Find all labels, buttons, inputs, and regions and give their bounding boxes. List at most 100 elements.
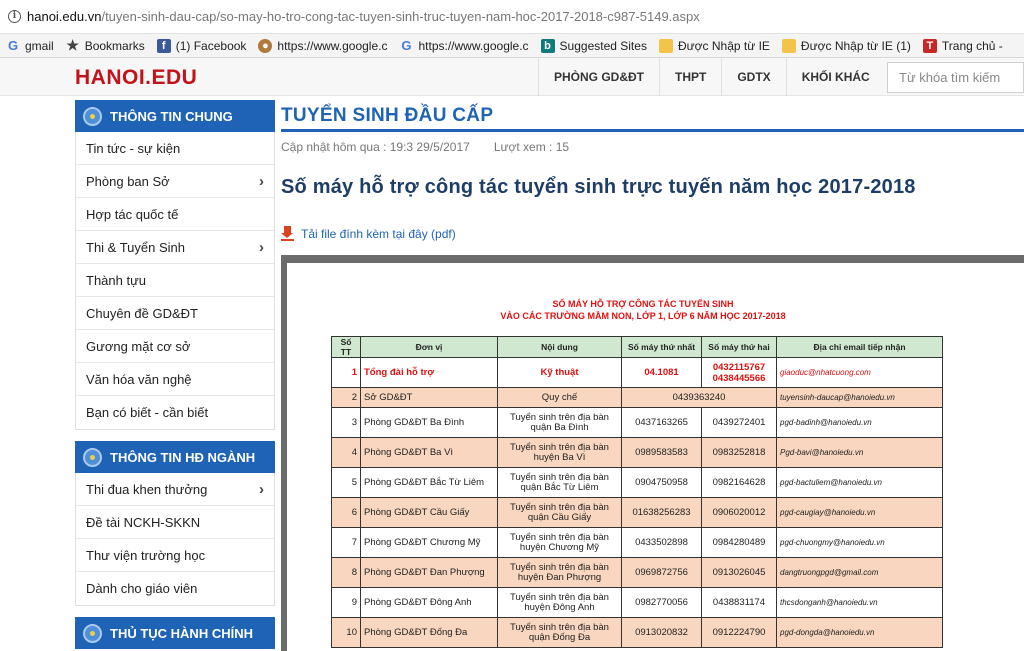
sidebar-item[interactable]: Gương mặt cơ sở: [76, 330, 274, 363]
row-number: 9: [331, 587, 361, 618]
sidebar-item-label: Dành cho giáo viên: [86, 581, 198, 596]
tr-icon: T: [922, 38, 937, 53]
sidebar-section-title: THÔNG TIN CHUNG: [110, 108, 233, 124]
row-number: 10: [331, 617, 361, 648]
nav-item[interactable]: KHỐI KHÁC: [785, 58, 885, 96]
phone2-cell: 0982164628: [701, 467, 777, 498]
sidebar-item[interactable]: Thành tựu: [76, 264, 274, 297]
nav-item[interactable]: GDTX: [721, 58, 785, 96]
category-title[interactable]: TUYỂN SINH ĐẦU CẤP: [281, 100, 1024, 132]
sidebar-menu: Thi đua khen thưởng › Đề tài NCKH-SKKN Thư …: [75, 473, 275, 606]
cookie-icon: ●: [258, 38, 273, 53]
unit-cell: Phòng GD&ĐT Ba Vì: [360, 437, 498, 468]
bookmark-item[interactable]: Được Nhập từ IE: [653, 38, 776, 53]
bookmark-item[interactable]: T Trang chủ -: [917, 38, 1009, 53]
sidebar-item[interactable]: Thi đua khen thưởng ›: [76, 473, 274, 506]
column-header: Số máy thứ hai: [701, 336, 777, 358]
phone2-line: 0432115767: [712, 361, 766, 373]
sidebar-section-header[interactable]: THÔNG TIN HĐ NGÀNH: [75, 441, 275, 473]
document-title-line2: VÀO CÁC TRƯỜNG MẦM NON, LỚP 1, LỚP 6 NĂM…: [500, 311, 786, 321]
sidebar-item-label: Thành tựu: [86, 272, 147, 288]
row-number: 1: [331, 357, 361, 388]
bookmark-item[interactable]: b Suggested Sites: [535, 38, 653, 53]
chevron-right-icon[interactable]: ›: [259, 481, 264, 498]
content-cell: Kỹ thuật: [497, 357, 622, 388]
column-header: Số TT: [331, 336, 361, 358]
sidebar-item-label: Đề tài NCKH-SKKN: [86, 514, 201, 530]
url-text[interactable]: hanoi.edu.vn/tuyen-sinh-dau-cap/so-may-h…: [27, 9, 700, 24]
sidebar-item[interactable]: Văn hóa văn nghệ: [76, 363, 274, 396]
column-header: Nội dung: [497, 336, 622, 358]
url-host: hanoi.edu.vn: [27, 9, 102, 24]
pdf-page: SỐ MÁY HỖ TRỢ CÔNG TÁC TUYỂN SINH VÀO CÁ…: [287, 263, 1024, 651]
sidebar-item[interactable]: Phòng ban Sở ›: [76, 165, 274, 198]
email-cell: pgd-chuongmy@hanoiedu.vn: [776, 527, 943, 558]
bookmark-item[interactable]: Ggmail: [0, 38, 60, 53]
content-cell: Tuyển sinh trên địa bàn huyện Chương Mỹ: [497, 527, 622, 558]
unit-cell: Tổng đài hỗ trợ: [360, 357, 498, 388]
unit-cell: Phòng GD&ĐT Ba Đình: [360, 407, 498, 438]
phone1-cell: 0989583583: [621, 437, 702, 468]
top-navigation: PHÒNG GD&ĐT THPT GDTX KHỐI KHÁC: [538, 58, 885, 96]
phone2-cell: 0984280489: [701, 527, 777, 558]
view-count: Lượt xem : 15: [493, 140, 570, 154]
phone1-cell: 01638256283: [621, 497, 702, 528]
site-logo[interactable]: HANOI.EDU: [75, 66, 197, 90]
row-number: 7: [331, 527, 361, 558]
sidebar-section-header[interactable]: THÔNG TIN CHUNG: [75, 100, 275, 132]
download-label[interactable]: Tải file đính kèm tại đây (pdf): [301, 227, 456, 241]
nav-item[interactable]: THPT: [659, 58, 721, 96]
sidebar-section-title: THỦ TỤC HÀNH CHÍNH: [110, 625, 253, 641]
info-icon[interactable]: i: [8, 10, 21, 23]
star-icon: ★: [66, 37, 79, 53]
sidebar-section-header[interactable]: THỦ TỤC HÀNH CHÍNH: [75, 617, 275, 649]
url-path: /tuyen-sinh-dau-cap/so-may-ho-tro-cong-t…: [101, 9, 700, 24]
download-link[interactable]: Tải file đính kèm tại đây (pdf): [281, 226, 456, 241]
pdf-viewer[interactable]: SỐ MÁY HỖ TRỢ CÔNG TÁC TUYỂN SINH VÀO CÁ…: [281, 255, 1024, 651]
email-cell: pgd-badinh@hanoiedu.vn: [776, 407, 943, 438]
sidebar-item-label: Gương mặt cơ sở: [86, 338, 191, 354]
phone-cell: 0439363240: [621, 387, 777, 408]
phone1-cell: 0433502898: [621, 527, 702, 558]
sidebar-item-label: Bạn có biết - cần biết: [86, 405, 209, 420]
content-cell: Tuyển sinh trên địa bàn quận Cầu Giấy: [497, 497, 622, 528]
unit-cell: Sở GD&ĐT: [360, 387, 498, 408]
google-icon: G: [401, 38, 412, 53]
address-bar[interactable]: i hanoi.edu.vn/tuyen-sinh-dau-cap/so-may…: [0, 0, 1024, 34]
content-cell: Tuyển sinh trên địa bàn quận Bắc Từ Liêm: [497, 467, 622, 498]
article-meta: Cập nhật hôm qua : 19:3 29/5/2017 Lượt xe…: [281, 140, 569, 154]
phone1-cell: 04.1081: [621, 357, 702, 388]
chevron-right-icon[interactable]: ›: [259, 239, 264, 256]
sidebar-item[interactable]: Tin tức - sự kiện: [76, 132, 274, 165]
sidebar-item[interactable]: Hợp tác quốc tế: [76, 198, 274, 231]
chevron-right-icon[interactable]: ›: [259, 173, 264, 190]
bookmark-label: Bookmarks: [84, 38, 145, 53]
search-input[interactable]: [887, 62, 1024, 93]
sidebar-item[interactable]: Đề tài NCKH-SKKN: [76, 506, 274, 539]
phone1-cell: 0437163265: [621, 407, 702, 438]
table-row: 2 Sở GD&ĐT Quy chế 0439363240 tuyensinh-dauc…: [331, 387, 943, 408]
unit-cell: Phòng GD&ĐT Bắc Từ Liêm: [360, 467, 498, 498]
article-title: Số máy hỗ trợ công tác tuyển sinh trực t…: [281, 176, 916, 198]
nav-item[interactable]: PHÒNG GD&ĐT: [538, 58, 659, 96]
sidebar-item[interactable]: Bạn có biết - cần biết: [76, 396, 274, 429]
sidebar-item[interactable]: Dành cho giáo viên: [76, 572, 274, 605]
table-row: 4 Phòng GD&ĐT Ba Vì Tuyển sinh trên địa bà…: [331, 437, 943, 468]
bookmark-item[interactable]: Ghttps://www.google.c: [393, 38, 534, 53]
hotline-table: Số TT Đơn vị Nội dung Số máy thứ nhất Số máy…: [331, 336, 943, 648]
bookmark-item[interactable]: Được Nhập từ IE (1): [776, 38, 917, 53]
phone2-cell: 0912224790: [701, 617, 777, 648]
bookmark-item[interactable]: f (1) Facebook: [151, 38, 253, 53]
bookmark-label: https://www.google.c: [277, 38, 388, 53]
email-cell: thcsdonganh@hanoiedu.vn: [776, 587, 943, 618]
sidebar-item[interactable]: Thi & Tuyển Sinh ›: [76, 231, 274, 264]
phone2-cell: 0438831174: [701, 587, 777, 618]
content-cell: Tuyển sinh trên địa bàn huyện Đan Phượng: [497, 557, 622, 588]
bookmark-label: Được Nhập từ IE: [677, 38, 770, 53]
sidebar-item[interactable]: Thư viện trường học: [76, 539, 274, 572]
sidebar-item-label: Thi đua khen thưởng: [86, 481, 208, 497]
bookmark-item[interactable]: ★ Bookmarks: [60, 37, 151, 53]
sidebar-item[interactable]: Chuyên đề GD&ĐT: [76, 297, 274, 330]
bookmark-item[interactable]: ● https://www.google.c: [252, 38, 393, 53]
phone2-cell: 0439272401: [701, 407, 777, 438]
